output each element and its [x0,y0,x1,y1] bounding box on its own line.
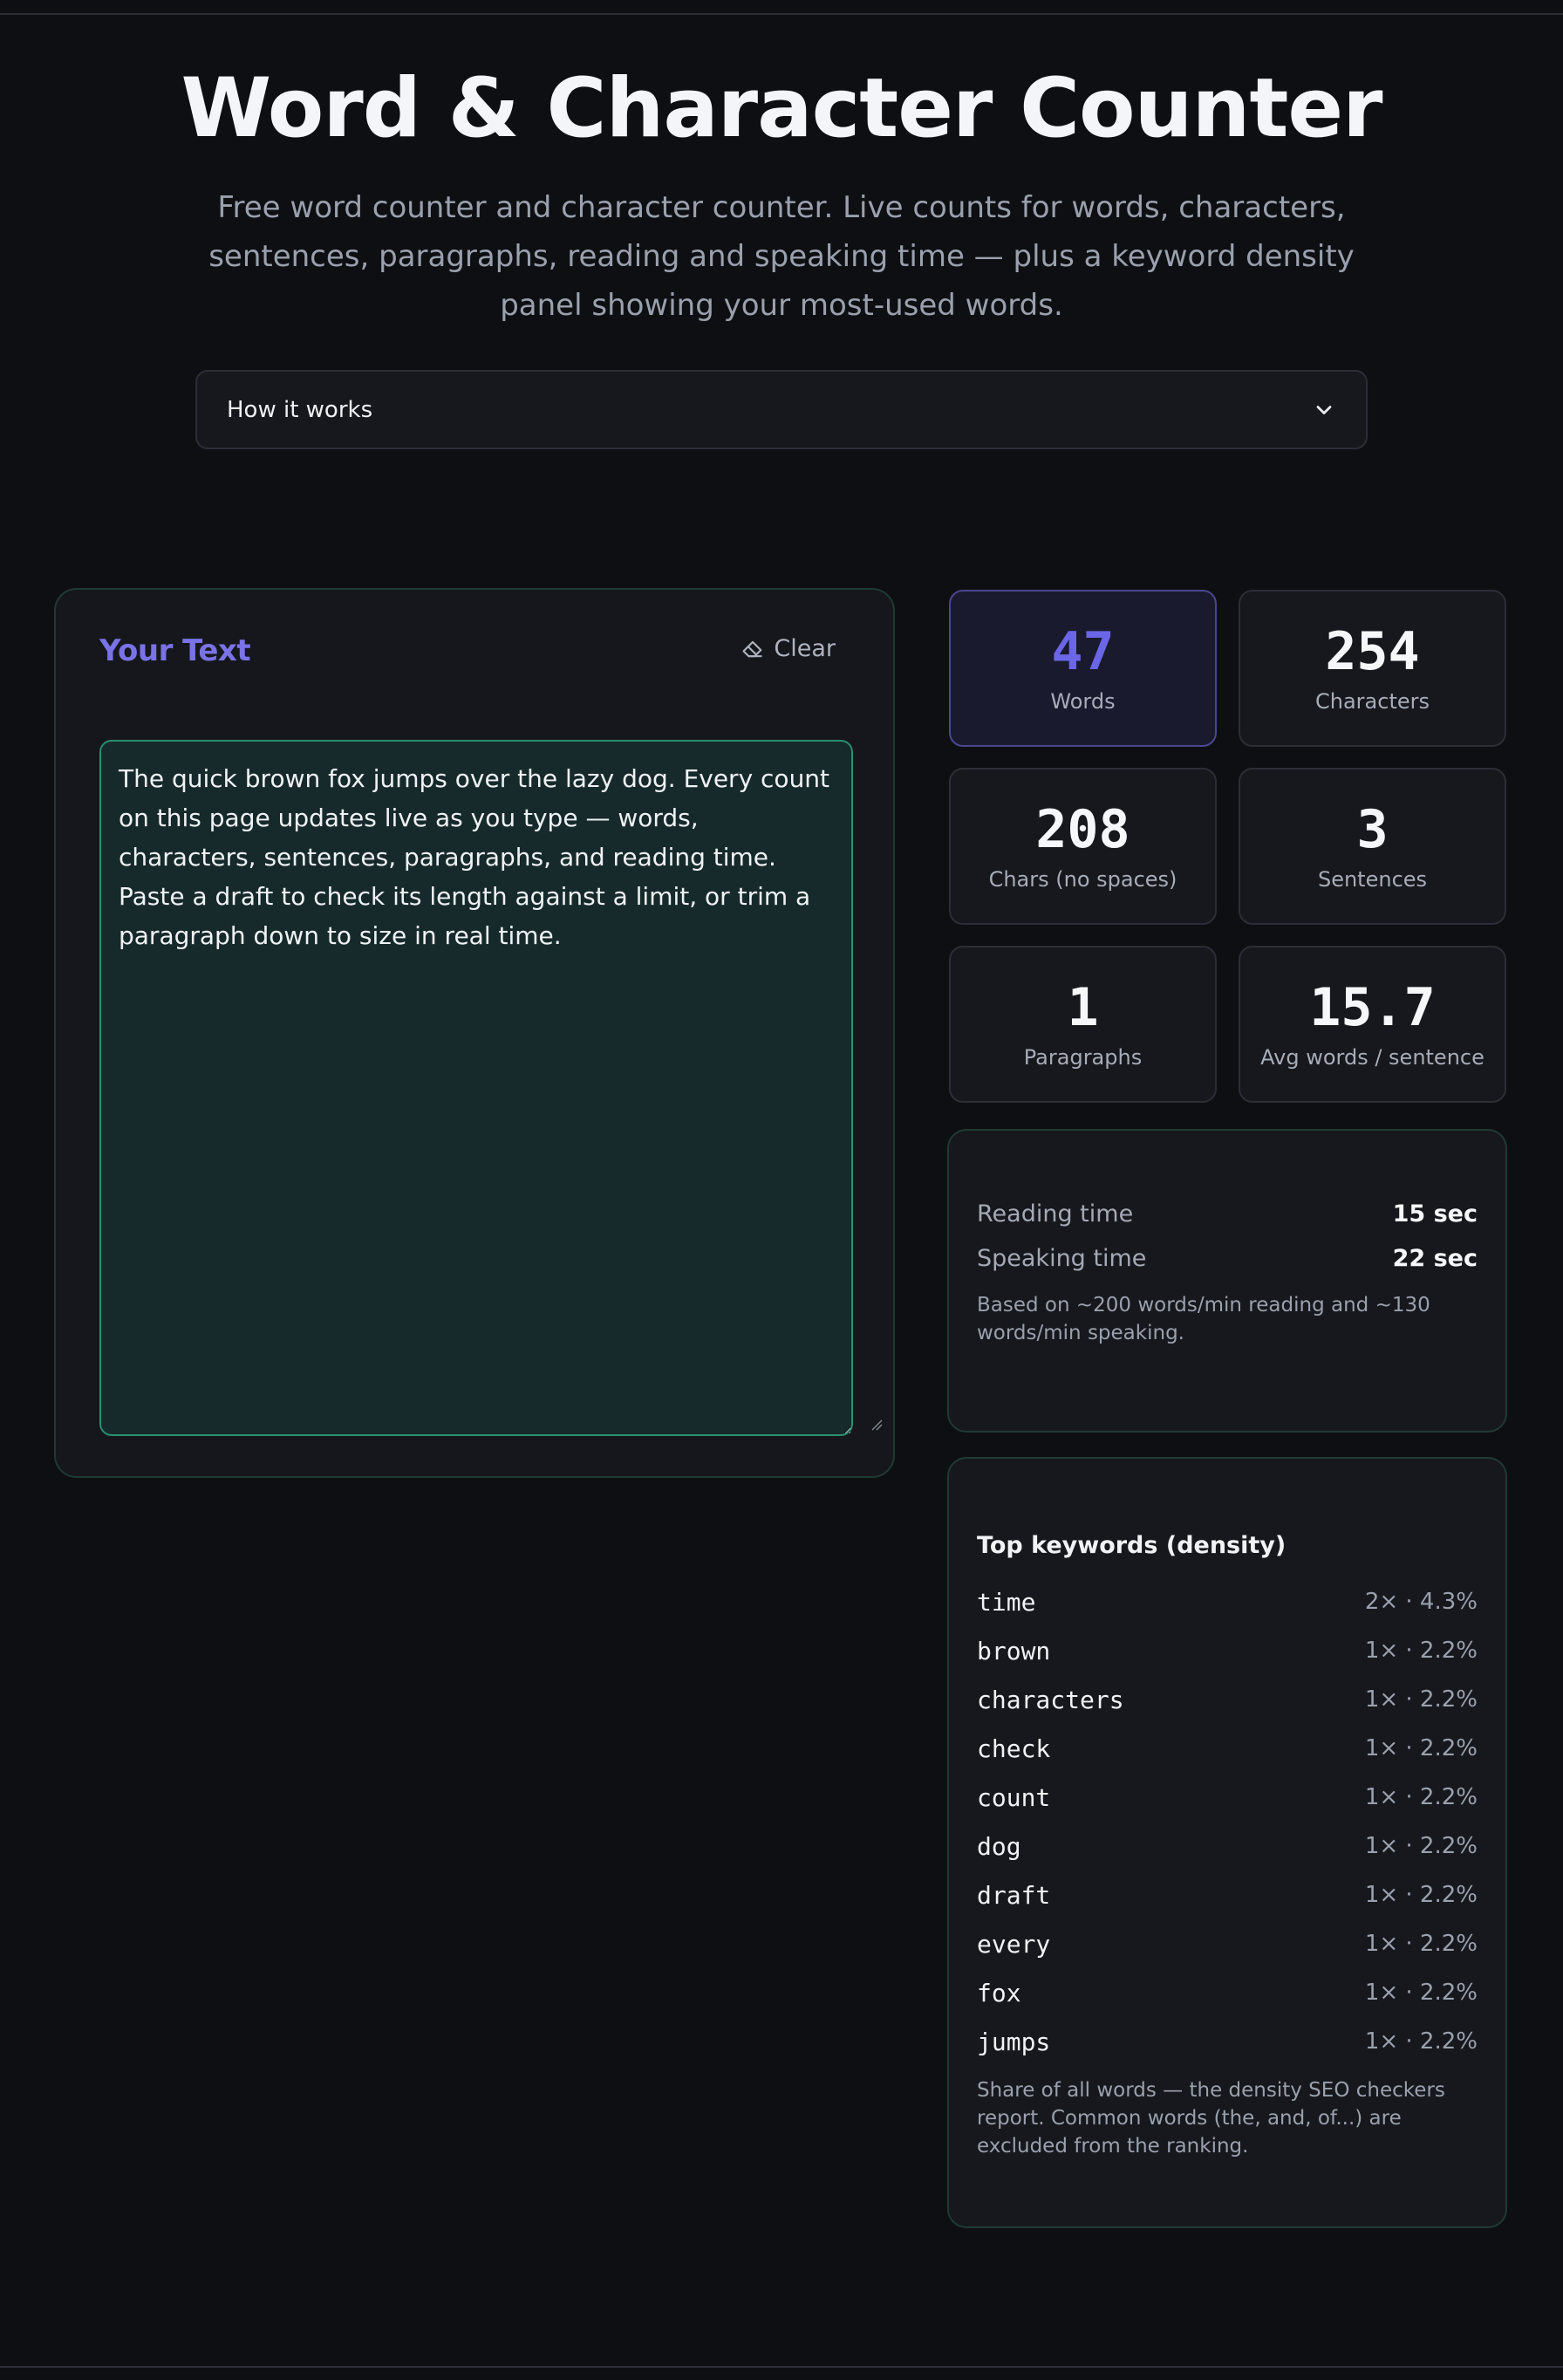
speaking-time-label: Speaking time [977,1245,1147,1272]
top-divider [0,13,1563,15]
speaking-time-row: Speaking time 22 sec [977,1245,1478,1272]
reading-time-value: 15 sec [1392,1200,1478,1228]
keyword-row: jumps 1× · 2.2% [977,2017,1478,2066]
keyword-row: every 1× · 2.2% [977,1919,1478,1968]
keyword-word: jumps [977,2027,1051,2056]
keywords-title: Top keywords (density) [977,1532,1287,1559]
keyword-density: 2× · 4.3% [1364,1589,1478,1615]
keyword-word: check [977,1734,1051,1763]
keyword-row: dog 1× · 2.2% [977,1822,1478,1870]
speaking-time-value: 22 sec [1392,1245,1478,1272]
timing-note: Based on ~200 words/min reading and ~130… [977,1294,1430,1344]
keyword-word: time [977,1587,1036,1617]
stat-label: Chars (no spaces) [988,867,1177,892]
clear-button[interactable]: Clear [741,635,836,662]
stat-label: Sentences [1317,867,1428,892]
keyword-density: 1× · 2.2% [1364,1882,1478,1908]
keyword-word: characters [977,1685,1124,1714]
reading-time-label: Reading time [977,1200,1134,1228]
keyword-density: 1× · 2.2% [1364,1980,1478,2006]
keyword-density: 1× · 2.2% [1364,1686,1478,1713]
keyword-density: 1× · 2.2% [1364,1931,1478,1957]
keyword-row: check 1× · 2.2% [977,1724,1478,1773]
stat-label: Avg words / sentence [1260,1045,1485,1070]
stat-value: 15.7 [1309,977,1436,1038]
page-title: Word & Character Counter [181,61,1382,156]
keyword-density-card: Top keywords (density) time 2× · 4.3% bro… [947,1457,1507,2228]
eraser-icon [742,640,762,657]
stat-value: 3 [1356,799,1389,860]
keywords-note: Share of all words — the density SEO che… [977,2079,1445,2158]
stat-value: 254 [1325,621,1420,682]
keyword-word: brown [977,1636,1051,1665]
keyword-word: dog [977,1831,1021,1861]
bottom-divider [0,2366,1563,2368]
keyword-row: characters 1× · 2.2% [977,1675,1478,1724]
stat-value: 1 [1067,977,1099,1038]
stat-card-chars-no-spaces: 208 Chars (no spaces) [949,768,1217,925]
accordion-label: How it works [227,396,373,423]
editor-panel: Your Text Clear The quick brown fox jump… [54,588,895,1478]
resize-handle[interactable] [870,1419,883,1431]
keyword-row: count 1× · 2.2% [977,1773,1478,1822]
timing-card: Reading time 15 sec Speaking time 22 sec… [947,1129,1507,1433]
page-subtitle: Free word counter and character counter.… [208,190,1355,323]
keyword-word: draft [977,1880,1051,1910]
stat-card-sentences: 3 Sentences [1239,768,1506,925]
stat-value: 208 [1035,799,1130,860]
keyword-density: 1× · 2.2% [1364,1784,1478,1810]
clear-button-label: Clear [774,635,836,662]
stat-label: Words [1050,689,1116,714]
keyword-word: count [977,1782,1051,1812]
keyword-row: brown 1× · 2.2% [977,1626,1478,1675]
keyword-row: time 2× · 4.3% [977,1577,1478,1626]
keyword-density: 1× · 2.2% [1364,1833,1478,1859]
keyword-density: 1× · 2.2% [1364,1638,1478,1664]
keyword-density: 1× · 2.2% [1364,1735,1478,1761]
stat-value: 47 [1051,621,1115,682]
keyword-word: every [977,1929,1051,1959]
stat-card-characters: 254 Characters [1239,590,1506,747]
editor-title: Your Text [99,633,251,668]
stat-label: Paragraphs [1023,1045,1143,1070]
keyword-word: fox [977,1978,1021,2007]
stat-label: Characters [1315,689,1430,714]
how-it-works-accordion[interactable]: How it works [195,370,1368,449]
stat-card-avg-words: 15.7 Avg words / sentence [1239,946,1506,1103]
text-input[interactable]: The quick brown fox jumps over the lazy … [99,740,853,1436]
keyword-density: 1× · 2.2% [1364,2028,1478,2055]
keyword-list: time 2× · 4.3% brown 1× · 2.2% characters 1… [977,1577,1478,2066]
page-header: Word & Character Counter Free word count… [0,52,1563,330]
stat-card-paragraphs: 1 Paragraphs [949,946,1217,1103]
chevron-down-icon [1316,405,1332,414]
stat-card-words: 47 Words [949,590,1217,747]
keyword-row: fox 1× · 2.2% [977,1968,1478,2017]
reading-time-row: Reading time 15 sec [977,1200,1478,1228]
keyword-row: draft 1× · 2.2% [977,1870,1478,1919]
